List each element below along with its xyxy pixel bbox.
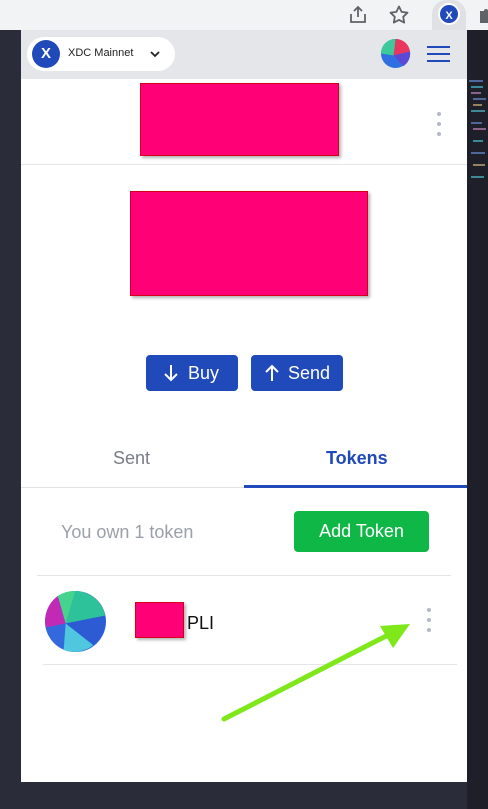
extension-button[interactable]: X — [432, 0, 466, 30]
popup-header: X XDC Mainnet — [21, 30, 467, 79]
arrow-up-icon — [265, 364, 279, 381]
token-logo — [44, 590, 107, 653]
code-minimap — [469, 80, 486, 178]
account-avatar[interactable] — [380, 38, 411, 69]
list-bottom-divider — [43, 664, 457, 665]
star-icon[interactable] — [387, 3, 411, 27]
list-divider — [37, 575, 451, 576]
buy-button[interactable]: Buy — [146, 355, 238, 391]
tab-sent[interactable]: Sent — [113, 448, 150, 469]
browser-toolbar: X — [0, 0, 488, 30]
active-tab-indicator — [244, 485, 467, 488]
xdc-logo: X — [32, 40, 60, 68]
tab-tokens[interactable]: Tokens — [326, 448, 388, 469]
token-options-icon[interactable] — [425, 608, 433, 638]
xdc-extension-icon: X — [438, 3, 460, 25]
balance-redacted — [130, 191, 368, 296]
send-label: Send — [288, 363, 331, 383]
header-divider — [21, 164, 467, 165]
token-symbol: PLI — [187, 613, 215, 633]
add-token-button[interactable]: Add Token — [294, 511, 429, 552]
arrow-down-icon — [164, 365, 178, 382]
chevron-down-icon — [150, 51, 160, 58]
network-selector[interactable]: X XDC Mainnet — [27, 37, 175, 71]
wallet-popup: X XDC Mainnet Buy Send Sent Tokens You o… — [21, 30, 467, 782]
send-button[interactable]: Send — [251, 355, 343, 391]
account-options-icon[interactable] — [435, 112, 443, 142]
buy-label: Buy — [188, 363, 220, 383]
share-icon[interactable] — [346, 3, 370, 27]
network-name: XDC Mainnet — [68, 47, 134, 59]
puzzle-icon[interactable] — [476, 3, 488, 27]
account-name-redacted — [140, 83, 339, 156]
tokens-count-text: You own 1 token — [61, 522, 194, 542]
token-amount-redacted — [135, 602, 184, 638]
hamburger-menu-icon[interactable] — [427, 44, 450, 64]
